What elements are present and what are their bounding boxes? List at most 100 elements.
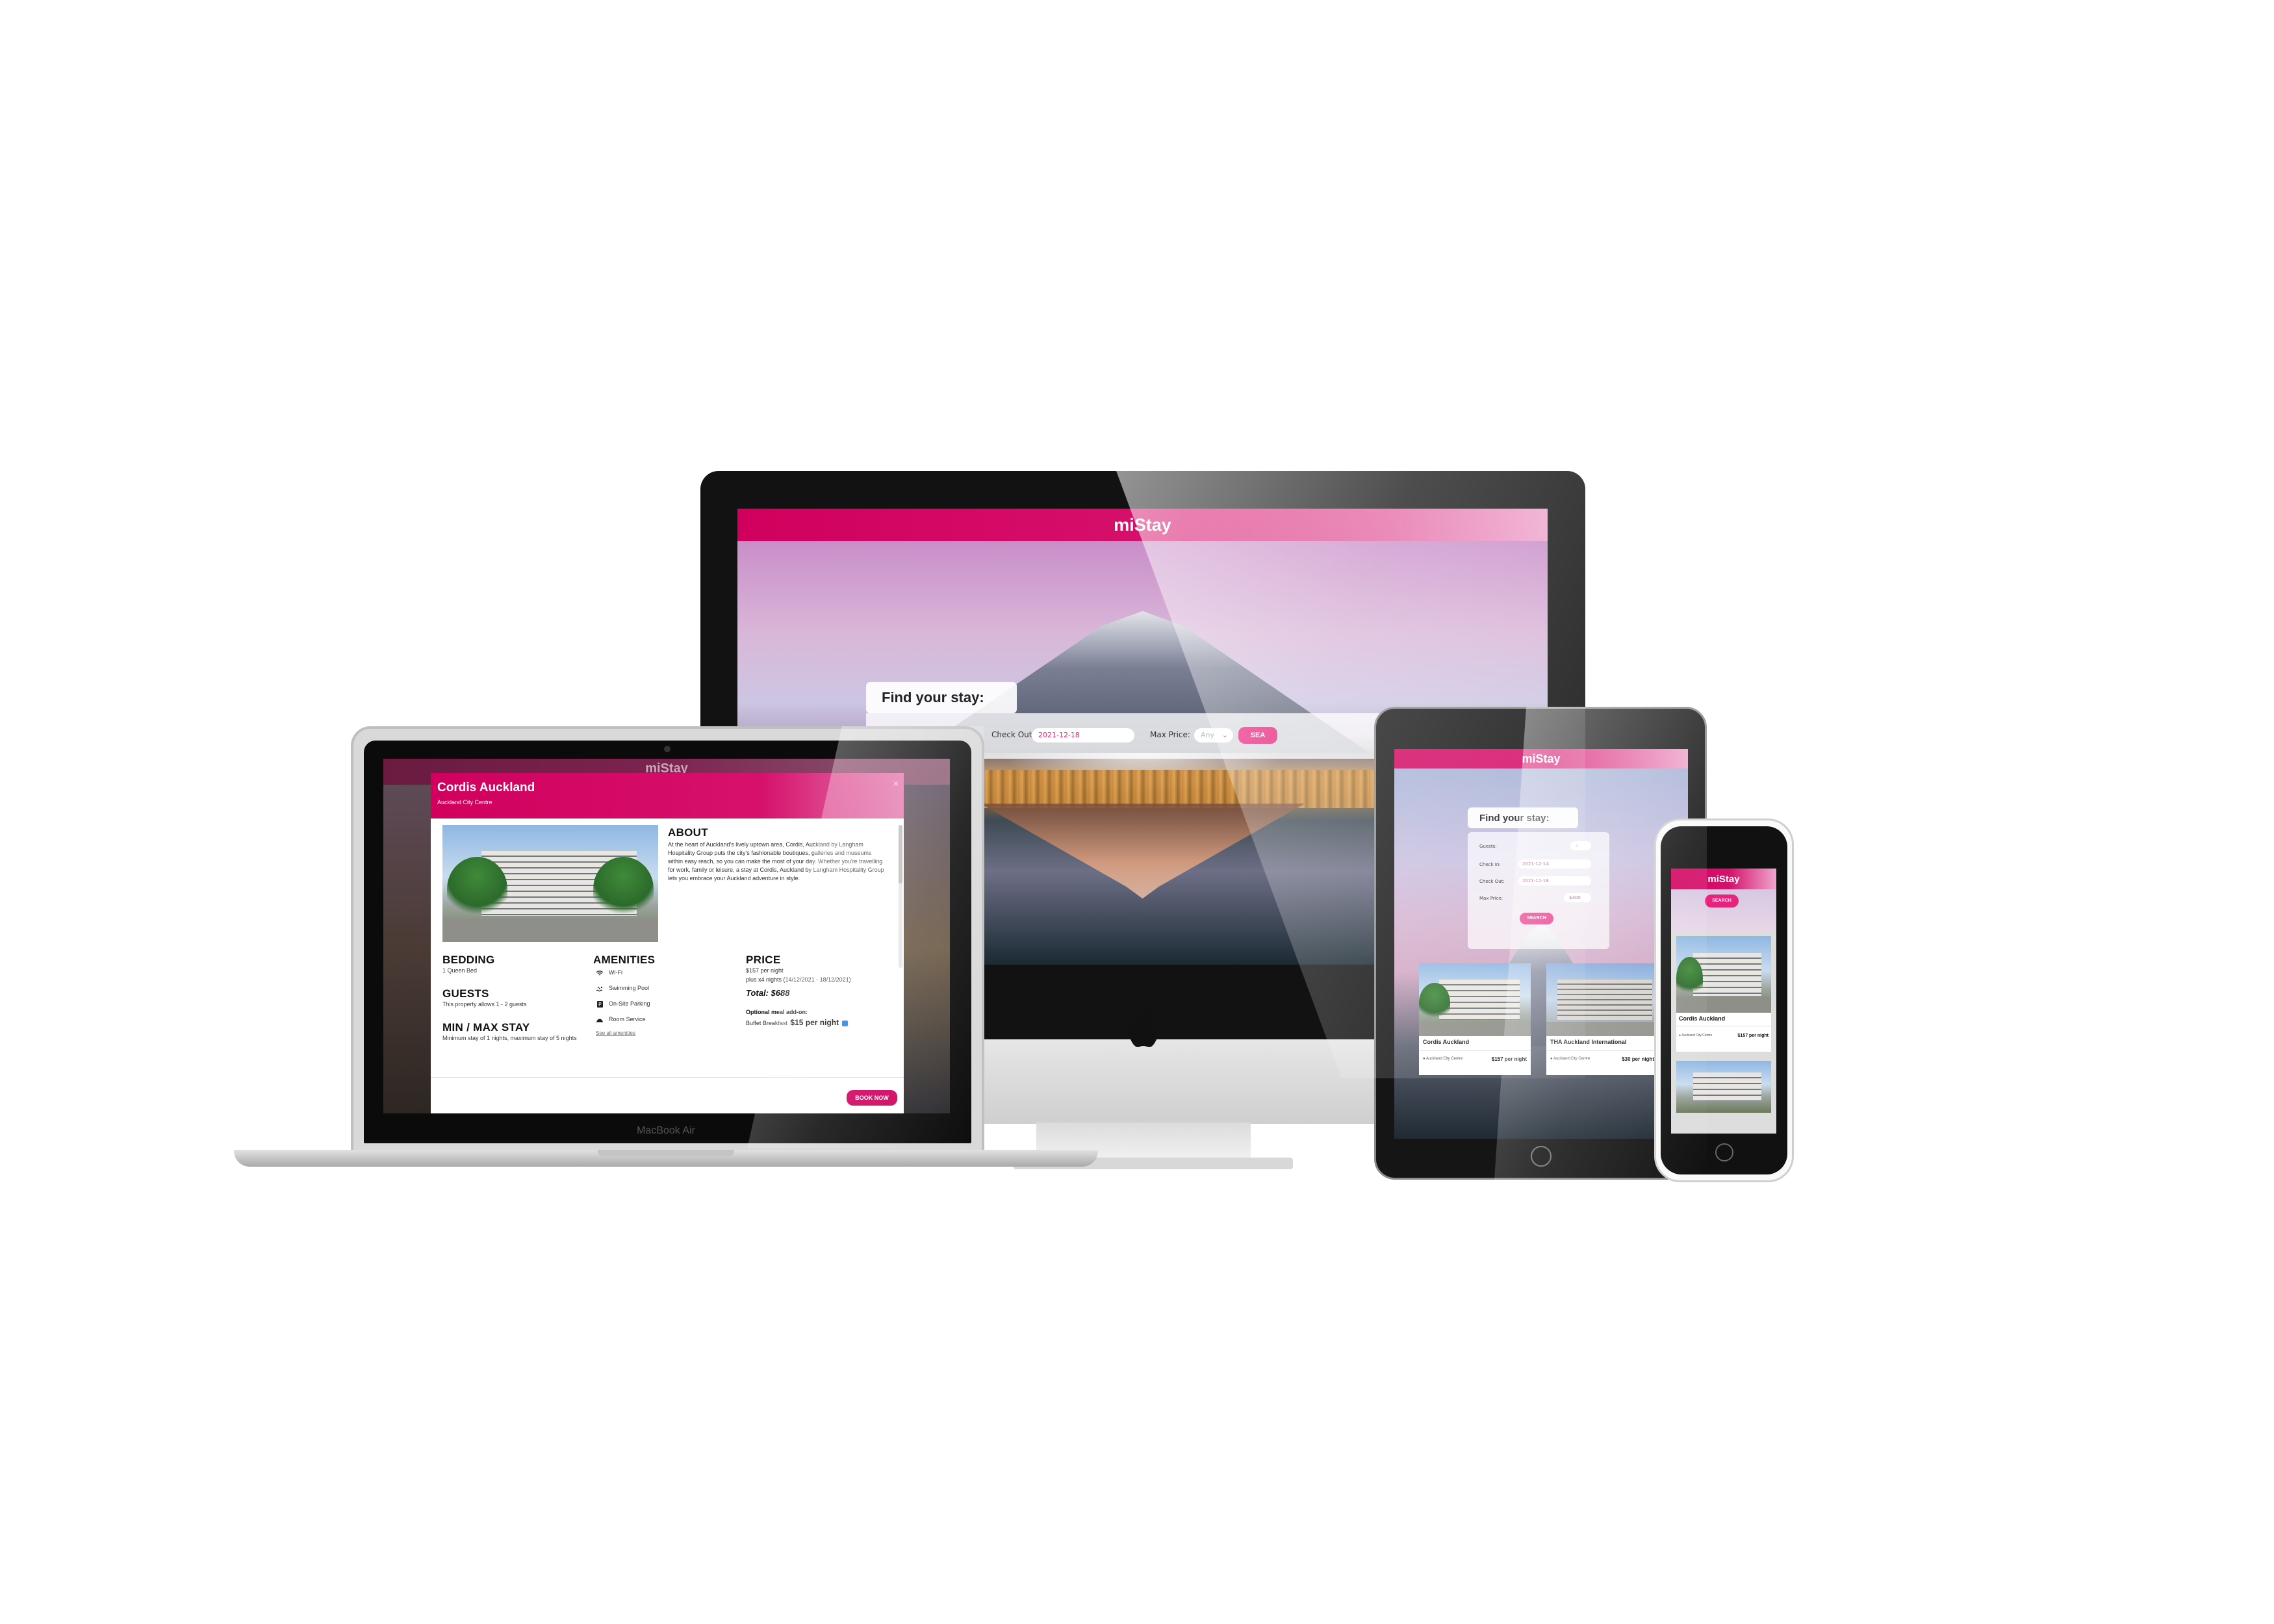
meal-addon-heading: Optional meal add-on: [746, 1009, 808, 1015]
card-price: $30 per night [1622, 1056, 1654, 1062]
check-out-label: Check Out: [991, 730, 1035, 739]
check-in-label: Check In: [1479, 862, 1501, 867]
modal-subtitle: Auckland City Centre [437, 799, 492, 806]
hotel-building [1438, 979, 1520, 1021]
minmax-heading: MIN / MAX STAY [442, 1021, 530, 1034]
price-total: Total: $688 [746, 988, 790, 998]
meal-addon-row: Buffet Breakfast $15 per night [746, 1019, 848, 1028]
guests-select[interactable]: 2 [1570, 841, 1591, 850]
amenity-item: P On-Site Parking [596, 1000, 650, 1008]
guests-label: Guests: [1479, 844, 1497, 849]
max-price-label: Max Price: [1150, 730, 1190, 739]
close-icon[interactable]: × [893, 778, 899, 789]
pool-icon [596, 985, 604, 992]
hotel-photo [1546, 963, 1658, 1036]
macbook-hinge [598, 1150, 734, 1156]
svg-text:P: P [598, 1002, 602, 1008]
iphone-home-button [1715, 1143, 1733, 1161]
wifi-icon [596, 970, 604, 976]
modal-header: Cordis Auckland Auckland City Centre × [431, 773, 904, 818]
hotel-photo [1676, 1061, 1771, 1113]
room-service-icon [596, 1017, 604, 1023]
find-stay-heading: Find your stay: [882, 689, 984, 705]
guests-heading: GUESTS [442, 987, 489, 1000]
check-in-field[interactable]: 2021-12-14 [1518, 859, 1591, 869]
meal-name: Buffet Breakfast [746, 1020, 787, 1026]
card-location: ● Auckland City Centre [1679, 1034, 1713, 1037]
card-title: Cordis Auckland [1679, 1015, 1726, 1022]
palm-tree [1676, 956, 1703, 999]
scrollbar-thumb[interactable] [899, 825, 902, 883]
amenities-heading: AMENITIES [593, 954, 656, 966]
location-pin-icon: ● [1679, 1034, 1681, 1037]
palm-tree [593, 856, 654, 921]
card-title: Cordis Auckland [1423, 1039, 1470, 1045]
bg-right-strip [904, 785, 950, 1113]
price-per-night: $157 per night [746, 967, 784, 974]
hotel-card[interactable]: THA Auckland International ● Auckland Ci… [1546, 963, 1658, 1075]
driveway [1419, 1021, 1531, 1036]
search-panel: Guests: 2 Check In: 2021-12-14 Check Out… [1468, 832, 1609, 949]
search-button[interactable]: SEARCH [1520, 913, 1553, 924]
location-pin-icon: ● [1550, 1057, 1553, 1061]
driveway [1546, 1021, 1658, 1036]
modal-scrollbar[interactable] [899, 825, 902, 968]
check-out-field[interactable]: 2021-12-18 [1032, 728, 1134, 742]
amenity-item: Room Service [596, 1016, 646, 1023]
max-price-select[interactable]: $300 [1564, 893, 1591, 902]
book-now-button[interactable]: BOOK NOW [847, 1090, 897, 1106]
ipad-home-button [1531, 1146, 1552, 1167]
iphone-screen: miStay SEARCH Cordis Auckland ● Auckland… [1671, 869, 1776, 1134]
about-heading: ABOUT [668, 826, 708, 839]
minmax-text: Minimum stay of 1 nights, maximum stay o… [442, 1035, 577, 1041]
parking-icon: P [596, 1000, 604, 1008]
hotel-card[interactable]: Cordis Auckland ● Auckland City Centre $… [1676, 936, 1771, 1052]
palm-tree [446, 856, 507, 921]
hotel-building [1557, 979, 1653, 1021]
meal-price: $15 per night [790, 1018, 839, 1027]
search-button[interactable]: SEARCH [1705, 894, 1739, 907]
price-heading: PRICE [746, 954, 781, 966]
find-stay-heading-box: Find your stay: [866, 682, 1017, 713]
amenity-item: Swimming Pool [596, 985, 649, 992]
hotel-photo [1419, 963, 1531, 1036]
bedding-heading: BEDDING [442, 954, 495, 966]
guests-text: This property allows 1 - 2 guests [442, 1001, 527, 1008]
find-stay-heading: Find your stay: [1479, 813, 1550, 824]
hotel-photo [442, 825, 658, 942]
brand-header[interactable]: miStay [1671, 869, 1776, 889]
search-strip: SEARCH [1671, 889, 1776, 932]
hotel-building [1693, 1072, 1762, 1102]
chevron-down-icon: ⌄ [1221, 731, 1228, 739]
about-text: At the heart of Auckland's lively uptown… [668, 841, 884, 882]
driveway [442, 919, 658, 942]
card-price: $157 per night [1737, 1034, 1769, 1038]
card-location: ● Auckland City Centre [1550, 1057, 1591, 1061]
meal-checkbox[interactable] [841, 1021, 848, 1027]
price-nights: plus x4 nights (14/12/2021 - 18/12/2021) [746, 976, 851, 983]
modal-footer-divider [431, 1077, 904, 1078]
brand-header[interactable]: miStay [1394, 749, 1688, 768]
apple-logo-icon [1129, 1010, 1158, 1047]
find-stay-heading-box: Find your stay: [1468, 807, 1578, 828]
card-divider [1419, 1050, 1531, 1051]
hotel-building [1693, 952, 1762, 996]
camera-icon [664, 746, 671, 752]
card-title: THA Auckland International [1550, 1039, 1627, 1045]
hotel-detail-modal: Cordis Auckland Auckland City Centre × A… [431, 773, 904, 1113]
brand-header[interactable]: miStay [737, 509, 1548, 541]
see-all-amenities-link[interactable]: See all amenities [596, 1030, 635, 1036]
card-price: $157 per night [1491, 1056, 1527, 1062]
bg-left-strip [383, 785, 431, 1113]
check-out-field[interactable]: 2021-12-18 [1518, 876, 1591, 885]
search-button[interactable]: SEA [1238, 727, 1277, 744]
hotel-card[interactable]: Cordis Auckland ● Auckland City Centre $… [1419, 963, 1531, 1075]
amenity-item: Wi-Fi [596, 969, 622, 976]
max-price-select[interactable]: Any ⌄ [1194, 728, 1233, 742]
max-price-label: Max Price: [1479, 896, 1503, 901]
driveway [1676, 997, 1771, 1013]
card-divider [1546, 1050, 1658, 1051]
check-out-label: Check Out: [1479, 879, 1505, 884]
modal-title: Cordis Auckland [437, 781, 535, 794]
ipad-screen: miStay Find your stay: Guests: 2 Check I… [1394, 749, 1688, 1139]
